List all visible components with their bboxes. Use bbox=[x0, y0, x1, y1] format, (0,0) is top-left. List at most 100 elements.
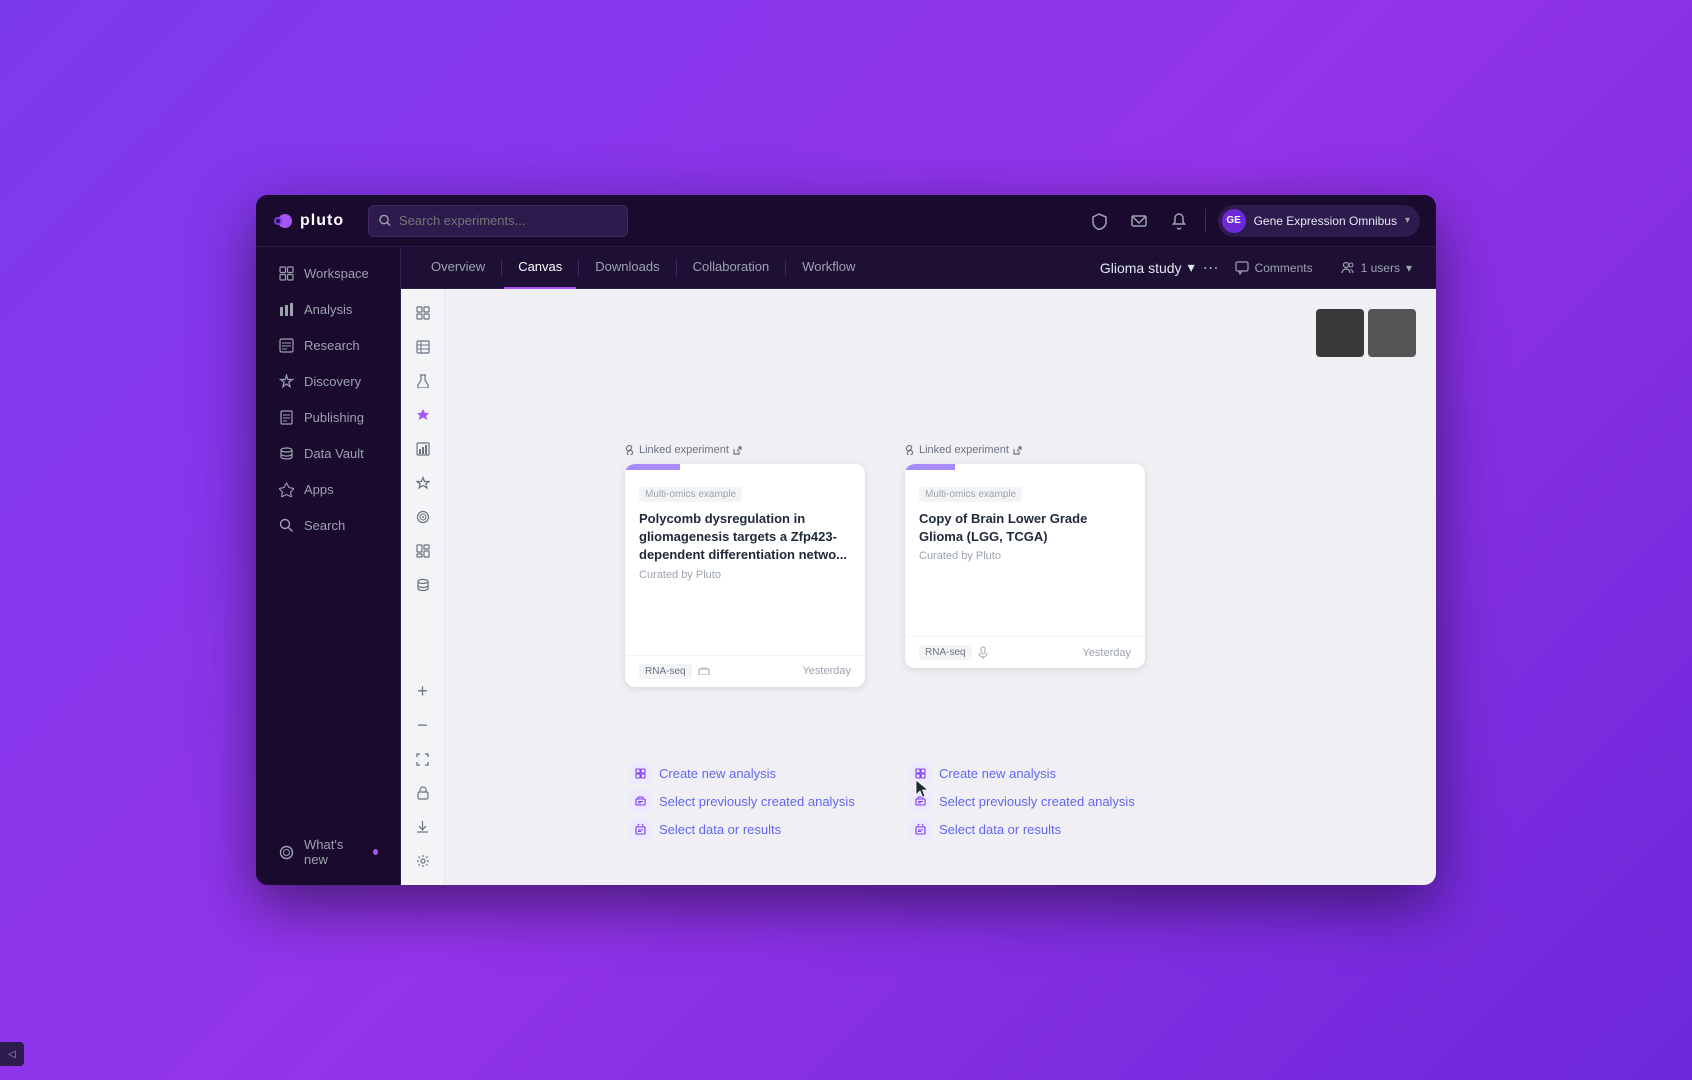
main-content: + − bbox=[401, 289, 1436, 885]
create-new-analysis-1[interactable]: Create new analysis bbox=[629, 759, 855, 787]
tab-canvas[interactable]: Canvas bbox=[504, 247, 576, 289]
sidebar-item-label-research: Research bbox=[304, 338, 360, 353]
research-icon bbox=[278, 337, 294, 353]
fit-screen-button[interactable] bbox=[407, 743, 439, 775]
logo: pluto bbox=[272, 210, 344, 232]
three-dots-menu[interactable]: ⋯ bbox=[1195, 254, 1227, 282]
zoom-out-button[interactable]: − bbox=[407, 709, 439, 741]
header-divider bbox=[1205, 209, 1206, 233]
card-1-container: Linked experiment Multi-omics example Po… bbox=[625, 444, 865, 687]
sidebar-item-research[interactable]: Research bbox=[262, 328, 394, 362]
card-footer-1: RNA-seq Yesterday bbox=[625, 655, 865, 687]
user-avatar: GE bbox=[1222, 209, 1246, 233]
logo-text: pluto bbox=[300, 212, 344, 230]
exp-card-2[interactable]: Multi-omics example Copy of Brain Lower … bbox=[905, 464, 1145, 668]
tabs-right: Comments 1 users ▾ bbox=[1227, 257, 1420, 279]
create-analysis-icon-2 bbox=[909, 762, 931, 784]
tab-divider-2 bbox=[578, 260, 579, 276]
card-body-1: Multi-omics example Polycomb dysregulati… bbox=[625, 470, 865, 595]
sidebar-item-publishing[interactable]: Publishing bbox=[262, 400, 394, 434]
select-prev-analysis-1[interactable]: Select previously created analysis bbox=[629, 787, 855, 815]
tab-collaboration[interactable]: Collaboration bbox=[679, 247, 784, 289]
card-1-actions: Create new analysis bbox=[629, 759, 855, 843]
tool-chart[interactable] bbox=[407, 433, 439, 465]
select-prev-analysis-2[interactable]: Select previously created analysis bbox=[909, 787, 1135, 815]
settings-button[interactable] bbox=[407, 845, 439, 877]
datavault-icon bbox=[278, 445, 294, 461]
sidebar-item-label-search: Search bbox=[304, 518, 345, 533]
canvas-area[interactable]: Linked experiment Multi-omics example Po… bbox=[445, 289, 1436, 885]
tool-star[interactable] bbox=[407, 467, 439, 499]
sidebar-item-analysis[interactable]: Analysis bbox=[262, 292, 394, 326]
tool-dashboard[interactable] bbox=[407, 535, 439, 567]
search-icon bbox=[379, 214, 391, 227]
mic-icon bbox=[978, 646, 988, 660]
header-icons: GE Gene Expression Omnibus ▾ bbox=[1085, 205, 1420, 237]
user-name: Gene Expression Omnibus bbox=[1254, 214, 1397, 228]
create-new-analysis-2[interactable]: Create new analysis bbox=[909, 759, 1135, 787]
discovery-icon bbox=[278, 373, 294, 389]
tool-target[interactable] bbox=[407, 501, 439, 533]
sidebar-item-discovery[interactable]: Discovery bbox=[262, 364, 394, 398]
logo-icon bbox=[272, 210, 294, 232]
sidebar-item-apps[interactable]: Apps bbox=[262, 472, 394, 506]
search-input[interactable] bbox=[399, 213, 617, 228]
study-title[interactable]: Glioma study ▾ bbox=[1100, 259, 1195, 276]
card-tag-2: Multi-omics example bbox=[919, 487, 1022, 502]
sidebar-item-label-discovery: Discovery bbox=[304, 374, 361, 389]
comments-button[interactable]: Comments bbox=[1227, 257, 1321, 279]
tool-flask[interactable] bbox=[407, 365, 439, 397]
tab-overview[interactable]: Overview bbox=[417, 247, 499, 289]
sidebar-item-label-workspace: Workspace bbox=[304, 266, 369, 281]
comment-icon bbox=[1235, 261, 1249, 275]
sidebar-item-label-publishing: Publishing bbox=[304, 410, 364, 425]
workspace-icon bbox=[278, 265, 294, 281]
search-bar[interactable] bbox=[368, 205, 628, 237]
external-link-icon-1 bbox=[733, 446, 742, 455]
exp-card-1[interactable]: Multi-omics example Polycomb dysregulati… bbox=[625, 464, 865, 687]
select-data-1[interactable]: Select data or results bbox=[629, 815, 855, 843]
tab-divider-4 bbox=[785, 260, 786, 276]
tab-downloads[interactable]: Downloads bbox=[581, 247, 673, 289]
apps-icon bbox=[278, 481, 294, 497]
shield-icon[interactable] bbox=[1085, 207, 1113, 235]
tool-pin[interactable] bbox=[407, 399, 439, 431]
color-swatches bbox=[1316, 309, 1416, 357]
tab-workflow[interactable]: Workflow bbox=[788, 247, 869, 289]
sidebar-item-label-analysis: Analysis bbox=[304, 302, 352, 317]
tool-grid[interactable] bbox=[407, 297, 439, 329]
rna-badge-2: RNA-seq bbox=[919, 645, 972, 660]
body: Workspace Analysis bbox=[256, 247, 1436, 885]
bell-icon[interactable] bbox=[1165, 207, 1193, 235]
users-button[interactable]: 1 users ▾ bbox=[1333, 257, 1420, 279]
publishing-icon bbox=[278, 409, 294, 425]
tool-table[interactable] bbox=[407, 331, 439, 363]
swatch-medium[interactable] bbox=[1368, 309, 1416, 357]
select-data-2[interactable]: Select data or results bbox=[909, 815, 1135, 843]
users-chevron: ▾ bbox=[1406, 261, 1412, 275]
user-badge[interactable]: GE Gene Expression Omnibus ▾ bbox=[1218, 205, 1420, 237]
sidebar-item-datavault[interactable]: Data Vault bbox=[262, 436, 394, 470]
card-curator-2: Curated by Pluto bbox=[919, 550, 1131, 562]
app-window: pluto bbox=[256, 195, 1436, 885]
chevron-down-icon: ▾ bbox=[1405, 215, 1410, 226]
linked-exp-label-2: Linked experiment bbox=[905, 444, 1145, 456]
lock-button[interactable] bbox=[407, 777, 439, 809]
lock-badge-1 bbox=[698, 667, 710, 675]
users-icon bbox=[1341, 261, 1355, 275]
sidebar-item-workspace[interactable]: Workspace bbox=[262, 256, 394, 290]
tool-database[interactable] bbox=[407, 569, 439, 601]
zoom-in-button[interactable]: + bbox=[407, 675, 439, 707]
swatch-dark[interactable] bbox=[1316, 309, 1364, 357]
tab-divider-1 bbox=[501, 260, 502, 276]
analysis-icon bbox=[278, 301, 294, 317]
download-button[interactable] bbox=[407, 811, 439, 843]
sidebar-item-whatsnew[interactable]: What's new bbox=[262, 828, 394, 876]
sidebar-item-search[interactable]: Search bbox=[262, 508, 394, 542]
left-toolbar: + − bbox=[401, 289, 445, 885]
linked-exp-label-1: Linked experiment bbox=[625, 444, 865, 456]
card-title-1: Polycomb dysregulation in gliomagenesis … bbox=[639, 510, 851, 565]
mail-icon[interactable] bbox=[1125, 207, 1153, 235]
card-tag-1: Multi-omics example bbox=[639, 487, 742, 502]
card-date-2: Yesterday bbox=[1082, 647, 1131, 659]
